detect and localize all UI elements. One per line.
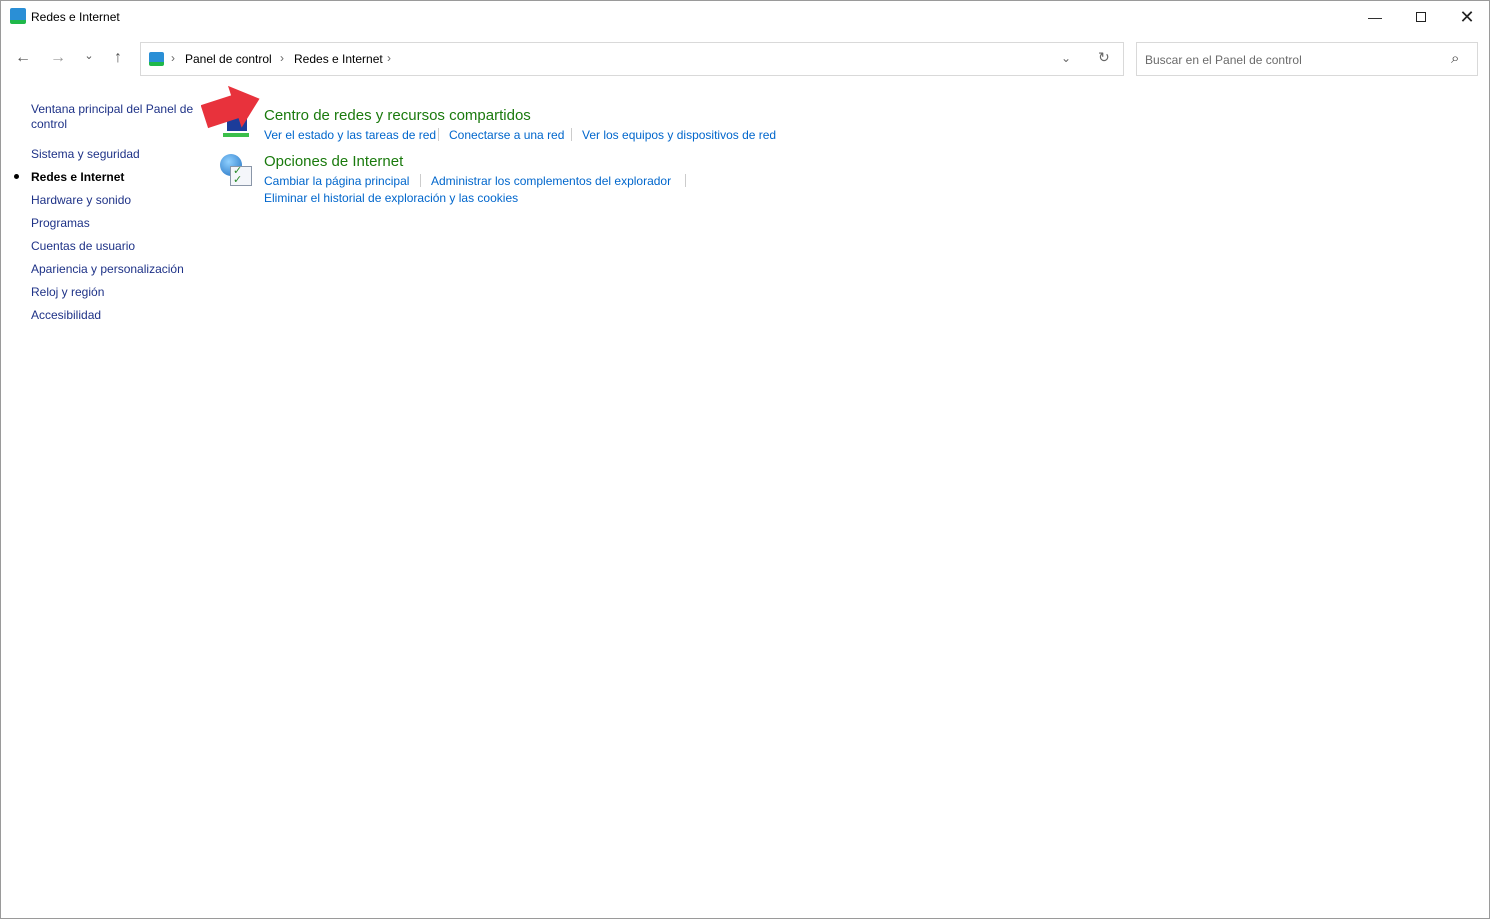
close-button[interactable]: ✕: [1444, 1, 1490, 33]
address-bar[interactable]: › Panel de control › Redes e Internet › …: [140, 42, 1124, 76]
refresh-icon[interactable]: ↻: [1098, 49, 1110, 66]
control-panel-icon: [149, 52, 164, 66]
window-title: Redes e Internet: [31, 10, 120, 24]
chevron-right-icon: ›: [171, 51, 175, 65]
divider: [685, 174, 686, 187]
sidebar-item-accesibilidad[interactable]: Accesibilidad: [31, 308, 101, 323]
chevron-right-icon[interactable]: ›: [387, 51, 391, 65]
divider: [420, 174, 421, 187]
chevron-down-icon[interactable]: ⌄: [1061, 51, 1071, 65]
search-input[interactable]: Buscar en el Panel de control ⌕: [1136, 42, 1478, 76]
chevron-right-icon[interactable]: ›: [280, 51, 284, 65]
link-change-homepage[interactable]: Cambiar la página principal: [264, 174, 409, 188]
breadcrumb-redes-e-internet[interactable]: Redes e Internet: [294, 52, 383, 66]
sidebar-item-programas[interactable]: Programas: [31, 216, 90, 231]
maximize-button[interactable]: [1398, 1, 1444, 33]
back-button[interactable]: ←: [13, 49, 33, 69]
internet-options-icon[interactable]: ✓ ✓: [220, 154, 252, 188]
link-manage-addons[interactable]: Administrar los complementos del explora…: [431, 174, 671, 188]
sidebar-item-sistema[interactable]: Sistema y seguridad: [31, 147, 140, 162]
category-title-internet-options[interactable]: Opciones de Internet: [264, 153, 403, 170]
category-title-network-center[interactable]: Centro de redes y recursos compartidos: [264, 107, 531, 124]
network-icon: [10, 8, 26, 24]
link-connect-network[interactable]: Conectarse a una red: [449, 128, 564, 142]
up-button[interactable]: ↑: [108, 49, 128, 69]
divider: [571, 128, 572, 141]
link-network-devices[interactable]: Ver los equipos y dispositivos de red: [582, 128, 776, 142]
sidebar-item-home[interactable]: Ventana principal del Panel de control: [31, 102, 196, 132]
divider: [438, 128, 439, 141]
recent-locations-button[interactable]: ⌄: [79, 49, 99, 69]
link-delete-history[interactable]: Eliminar el historial de exploración y l…: [264, 191, 518, 205]
sidebar-item-reloj[interactable]: Reloj y región: [31, 285, 104, 300]
maximize-icon: [1416, 12, 1426, 22]
active-bullet: [14, 174, 19, 179]
breadcrumb-panel-de-control[interactable]: Panel de control: [185, 52, 272, 66]
link-network-status[interactable]: Ver el estado y las tareas de red: [264, 128, 436, 142]
annotation-arrow-icon: [201, 85, 260, 129]
search-icon[interactable]: ⌕: [1451, 50, 1459, 67]
sidebar-item-redes: Redes e Internet: [31, 170, 125, 184]
sidebar-item-hardware[interactable]: Hardware y sonido: [31, 193, 131, 208]
forward-button[interactable]: →: [48, 49, 68, 69]
sidebar-item-apariencia[interactable]: Apariencia y personalización: [31, 262, 184, 277]
title-bar: Redes e Internet — ✕: [1, 1, 1490, 33]
sidebar-item-cuentas[interactable]: Cuentas de usuario: [31, 239, 135, 254]
minimize-button[interactable]: —: [1352, 1, 1398, 33]
search-placeholder: Buscar en el Panel de control: [1145, 53, 1302, 67]
